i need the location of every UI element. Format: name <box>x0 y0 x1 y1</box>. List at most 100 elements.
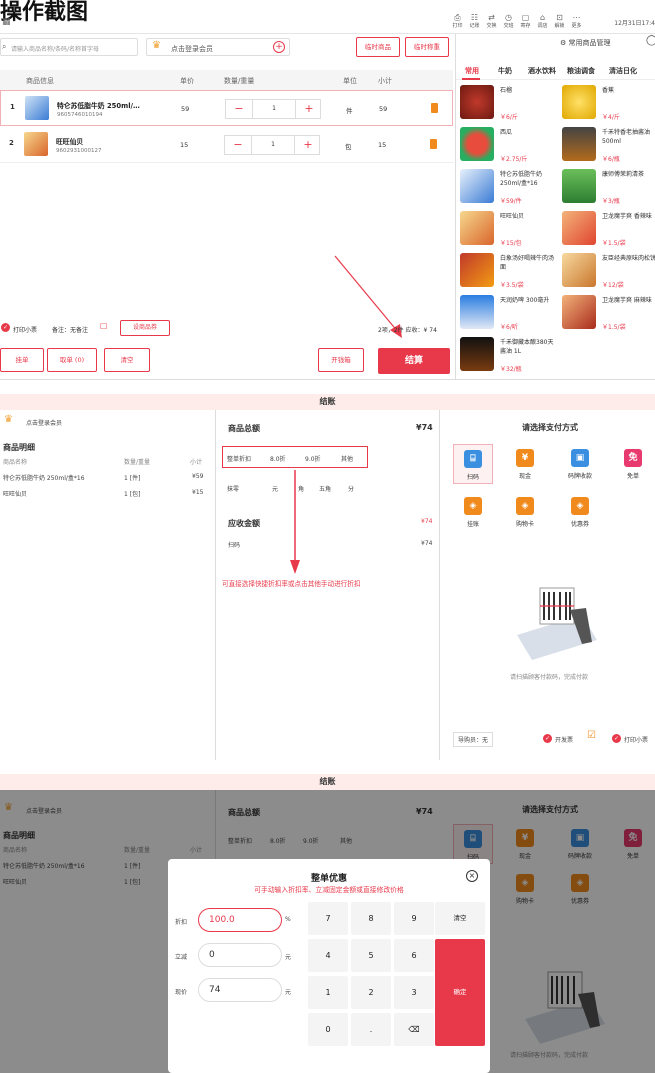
current-price-input[interactable]: 74 <box>198 978 282 1002</box>
check-icon[interactable]: ✓ <box>612 734 621 743</box>
toolbar-print-button[interactable]: ⎙ 打印 <box>449 14 466 30</box>
pay-qrboard-option[interactable]: ▣ 码牌收款 <box>560 444 600 484</box>
more-icon[interactable]: ◯ <box>646 35 655 46</box>
retrieve-order-button[interactable]: 取单 (0) <box>47 348 97 372</box>
tab-drinks[interactable]: 酒水饮料 <box>528 66 556 76</box>
goods-item[interactable]: 友臣经典原味肉松饼 ￥12/袋 <box>560 250 655 292</box>
scan-icon: ⌸ <box>464 450 482 468</box>
discount-rate-input[interactable]: 100.0 <box>198 908 282 932</box>
set-coupon-button[interactable]: 设商品券 <box>120 320 170 336</box>
toolbar-more-button[interactable]: ⋯ 更多 <box>568 14 585 30</box>
open-drawer-button[interactable]: 开钱箱 <box>318 348 364 372</box>
member-login-link[interactable]: 点击登录会员 <box>26 418 62 427</box>
toolbar-ledger-button[interactable]: ☷ 记账 <box>466 14 483 30</box>
key-0[interactable]: 0 <box>308 1013 348 1046</box>
toolbar-deposit-button[interactable]: ▢ 寄存 <box>517 14 534 30</box>
tab-milk[interactable]: 牛奶 <box>498 66 512 76</box>
goods-item[interactable]: 天润奶啤 300毫升 ￥6/听 <box>458 292 558 334</box>
discount-80-option[interactable]: 8.0折 <box>270 454 286 463</box>
grid-icon[interactable]: ▦ <box>2 17 11 27</box>
discount-other-option[interactable]: 其他 <box>341 454 353 463</box>
minus-button[interactable]: − <box>226 100 252 118</box>
goods-item[interactable]: 康师傅茉莉清茶 ￥3/瓶 <box>560 166 655 208</box>
key-8[interactable]: 8 <box>351 902 391 935</box>
goods-item[interactable]: 旺旺仙贝 ￥15/包 <box>458 208 558 250</box>
round-half-option[interactable]: 五角 <box>319 484 331 493</box>
discount-label: 折扣 <box>175 919 188 926</box>
pay-coupon-option[interactable]: ◈ 优惠券 <box>560 492 600 532</box>
pay-free-option[interactable]: 免免单 <box>613 444 653 484</box>
pay-cash-option[interactable]: ¥ 现金 <box>505 444 545 484</box>
edit-note-icon[interactable]: ☐ <box>100 322 107 331</box>
pay-title: 请选择支付方式 <box>522 423 578 432</box>
goods-item[interactable]: 石榴 ￥6/斤 <box>458 82 558 124</box>
goods-item[interactable]: 西瓜 ￥2.75/斤 <box>458 124 558 166</box>
modal-subtitle: 可手动输入折扣率、立减固定金额或直接修改价格 <box>254 886 404 894</box>
goods-manage-link[interactable]: ⚙ 常用商品管理 <box>560 38 611 48</box>
key-3[interactable]: 3 <box>394 976 434 1009</box>
quantity-field[interactable]: 1 <box>251 136 295 154</box>
tab-cleaning[interactable]: 清洁日化 <box>609 66 637 76</box>
discount-modal: 整单优惠 可手动输入折扣率、立减固定金额或直接修改价格 × 折扣 100.0 %… <box>168 859 490 1073</box>
quantity-stepper[interactable]: − 1 + <box>224 135 320 155</box>
toolbar-exchange-button[interactable]: ⇄ 交换 <box>483 14 500 30</box>
trash-icon[interactable] <box>431 103 438 113</box>
clear-button[interactable]: 清空 <box>104 348 150 372</box>
table-row[interactable]: 2 旺旺仙贝 9602931000127 15 − 1 + 包 15 <box>0 127 453 163</box>
checkout-button[interactable]: 结算 <box>378 348 450 374</box>
close-icon[interactable]: × <box>466 870 478 882</box>
key-2[interactable]: 2 <box>351 976 391 1009</box>
confirm-key[interactable]: 确定 <box>435 939 485 1046</box>
goods-item[interactable]: 卫龙魔芋爽 香辣味 ￥1.5/袋 <box>560 208 655 250</box>
round-fen-option[interactable]: 分 <box>348 484 354 493</box>
key-5[interactable]: 5 <box>351 939 391 972</box>
pay-card-option[interactable]: ◈ 购物卡 <box>505 492 545 532</box>
minus-button[interactable]: − <box>225 136 251 154</box>
col-header: 商品名称 <box>3 459 28 466</box>
check-icon[interactable]: ✓ <box>1 323 10 332</box>
goods-item[interactable]: 特仑苏低脂牛奶 250ml/盒*16 ￥59/件 <box>458 166 558 208</box>
trash-icon[interactable] <box>430 139 437 149</box>
tab-grain-oil[interactable]: 粮油调食 <box>567 66 595 76</box>
toolbar-transfer-button[interactable]: ⌂ 调店 <box>534 14 551 30</box>
key-dot[interactable]: . <box>351 1013 391 1046</box>
toolbar-lock-button[interactable]: ⊡ 解锁 <box>551 14 568 30</box>
goods-item[interactable]: 香蕉 ￥4/斤 <box>560 82 655 124</box>
goods-item[interactable]: 千禾特香老抽酱油 500ml ￥6/瓶 <box>560 124 655 166</box>
key-9[interactable]: 9 <box>394 902 434 935</box>
edit-icon[interactable]: ☑ <box>587 730 596 741</box>
goods-item[interactable]: 白象汤好喝辣牛肉汤面 ￥3.5/袋 <box>458 250 558 292</box>
hold-order-button[interactable]: 挂单 <box>0 348 44 372</box>
datetime: 12月31日17:4 <box>614 20 655 27</box>
plus-button[interactable]: + <box>296 100 322 118</box>
check-icon[interactable]: ✓ <box>543 734 552 743</box>
reduce-amount-input[interactable]: 0 <box>198 943 282 967</box>
key-6[interactable]: 6 <box>394 939 434 972</box>
member-login-field[interactable]: ♛ 点击登录会员 + <box>146 38 290 56</box>
quantity-field[interactable]: 1 <box>252 100 296 118</box>
add-member-icon[interactable]: + <box>273 41 285 53</box>
quantity-stepper[interactable]: − 1 + <box>225 99 321 119</box>
plus-button[interactable]: + <box>295 136 321 154</box>
goods-item[interactable]: 卫龙魔芋爽 麻辣味 ￥1.5/袋 <box>560 292 655 334</box>
guide-field[interactable]: 导购员：无 <box>453 732 494 747</box>
round-yuan-option[interactable]: 元 <box>272 484 278 493</box>
table-row[interactable]: 1 特仑苏低脂牛奶 250ml/… 9605746010194 59 − 1 +… <box>0 90 453 126</box>
backspace-key[interactable]: ⌫ <box>394 1013 434 1046</box>
clear-key[interactable]: 清空 <box>435 902 485 935</box>
checkout-panel: 结账 ♛ 点击登录会员 商品明细 商品名称 数量/重量 小计 特仑苏低脂牛奶 2… <box>0 394 655 760</box>
temp-goods-button[interactable]: 临时商品 <box>356 37 400 57</box>
product-thumbnail <box>24 132 48 156</box>
tab-common[interactable]: 常用 <box>465 66 479 76</box>
temp-weigh-button[interactable]: 临时称重 <box>405 37 449 57</box>
goods-item[interactable]: 千禾御藏本酿380天酱油 1L ￥32/瓶 <box>458 334 558 376</box>
discount-90-option[interactable]: 9.0折 <box>305 454 321 463</box>
print-label: 打印小票 <box>624 737 649 744</box>
key-1[interactable]: 1 <box>308 976 348 1009</box>
toolbar-shift-button[interactable]: ◷ 交班 <box>500 14 517 30</box>
pay-scan-option[interactable]: ⌸ 扫码 <box>453 444 493 484</box>
search-input[interactable]: ⌕ 请输入商品名称/条码/名称首字母 <box>0 38 138 56</box>
pay-credit-option[interactable]: ◈ 挂账 <box>453 492 493 532</box>
key-7[interactable]: 7 <box>308 902 348 935</box>
key-4[interactable]: 4 <box>308 939 348 972</box>
